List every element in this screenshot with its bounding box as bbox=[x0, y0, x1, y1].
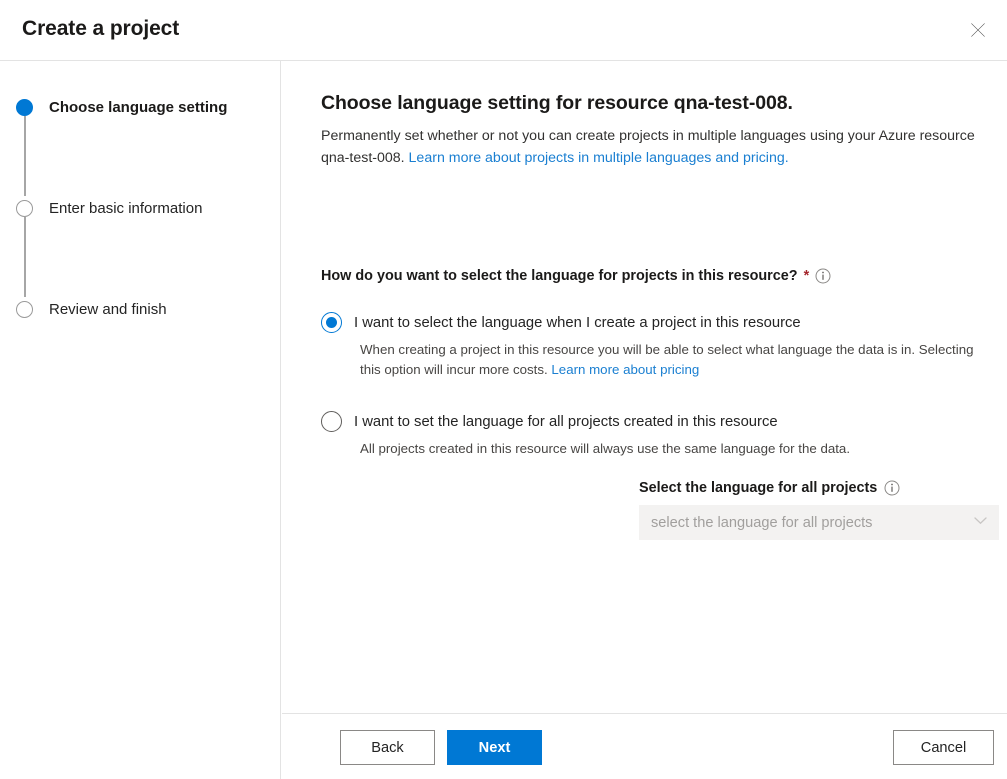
content-description: Permanently set whether or not you can c… bbox=[321, 126, 992, 169]
dialog-header: Create a project bbox=[0, 0, 1007, 61]
radio-option-label: I want to select the language when I cre… bbox=[354, 315, 801, 331]
next-button[interactable]: Next bbox=[447, 730, 542, 765]
content-heading: Choose language setting for resource qna… bbox=[321, 92, 793, 115]
chevron-down-icon bbox=[973, 513, 988, 533]
wizard-main-panel: Choose language setting for resource qna… bbox=[282, 61, 1007, 713]
wizard-steps-sidebar: Choose language setting Enter basic info… bbox=[0, 61, 281, 779]
radio-button-selected-icon[interactable] bbox=[321, 312, 342, 333]
question-label-row: How do you want to select the language f… bbox=[321, 268, 831, 284]
language-select-dropdown[interactable]: select the language for all projects bbox=[639, 505, 999, 540]
language-dropdown-block: Select the language for all projects sel… bbox=[639, 480, 999, 540]
sidebar-item-label: Enter basic information bbox=[49, 200, 202, 217]
radio-option-set-for-all-projects[interactable]: I want to set the language for all proje… bbox=[321, 411, 980, 459]
dropdown-label: Select the language for all projects bbox=[639, 480, 877, 496]
dropdown-label-row: Select the language for all projects bbox=[639, 480, 999, 496]
close-icon bbox=[970, 22, 986, 41]
close-button[interactable] bbox=[957, 10, 999, 52]
sidebar-item-label: Choose language setting bbox=[49, 99, 227, 116]
page-title: Create a project bbox=[22, 17, 179, 41]
step-connector bbox=[24, 217, 26, 297]
radio-option-label: I want to set the language for all proje… bbox=[354, 414, 778, 430]
step-bullet-active-icon bbox=[16, 99, 33, 116]
info-icon[interactable] bbox=[815, 268, 831, 284]
required-marker: * bbox=[804, 268, 810, 284]
back-button[interactable]: Back bbox=[340, 730, 435, 765]
help-text: All projects created in this resource wi… bbox=[360, 441, 850, 456]
dialog-footer: Back Next Cancel bbox=[282, 713, 1007, 779]
step-bullet-inactive-icon bbox=[16, 200, 33, 217]
radio-option-row[interactable]: I want to set the language for all proje… bbox=[321, 411, 980, 432]
radio-button-unselected-icon[interactable] bbox=[321, 411, 342, 432]
sidebar-item-label: Review and finish bbox=[49, 301, 167, 318]
step-bullet-inactive-icon bbox=[16, 301, 33, 318]
learn-more-pricing-link[interactable]: Learn more about pricing bbox=[551, 362, 699, 377]
radio-option-row[interactable]: I want to select the language when I cre… bbox=[321, 312, 980, 333]
question-label: How do you want to select the language f… bbox=[321, 268, 798, 284]
learn-more-languages-pricing-link[interactable]: Learn more about projects in multiple la… bbox=[409, 150, 789, 166]
step-connector bbox=[24, 116, 26, 196]
radio-option-select-per-project[interactable]: I want to select the language when I cre… bbox=[321, 312, 980, 380]
dropdown-selected-value: select the language for all projects bbox=[651, 515, 973, 531]
radio-option-help-text: All projects created in this resource wi… bbox=[360, 439, 980, 459]
radio-option-help-text: When creating a project in this resource… bbox=[360, 340, 980, 380]
cancel-button[interactable]: Cancel bbox=[893, 730, 994, 765]
create-project-wizard: Create a project Choose language setting… bbox=[0, 0, 1007, 779]
info-icon[interactable] bbox=[884, 480, 900, 496]
